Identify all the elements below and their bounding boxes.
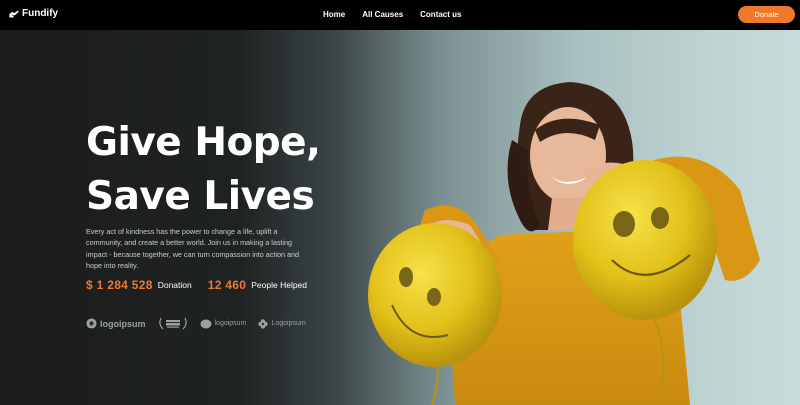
donate-button[interactable]: Donate [738,6,795,23]
hero-headline: Give Hope, Save Lives [86,116,321,224]
partner-logo-3-text: logoipsum [214,320,247,327]
headline-line-1: Give Hope, [86,120,321,165]
hero-section: Give Hope, Save Lives Every act of kindn… [0,30,800,405]
partner-logos: logoipsum logoipsum Logoipsum [86,316,306,331]
oval-logo-icon [200,319,211,328]
stat-people-value: 12 460 [207,278,247,292]
partner-logo-1-text: logoipsum [100,318,146,329]
stat-donation-label: Donation [157,280,192,290]
partner-logo-1: logoipsum [86,318,146,329]
partner-logo-3: logoipsum [200,319,247,329]
nav-home[interactable]: Home [323,10,345,19]
headline-line-2: Save Lives [86,174,315,219]
nav-contact-us[interactable]: Contact us [420,10,461,19]
circle-logo-icon [86,318,97,329]
page: Fundify Home All Causes Contact us Donat… [0,0,800,405]
partner-logo-4-text: Logoipsum [271,320,306,327]
nav-links: Home All Causes Contact us [323,10,461,19]
hero-stats: $ 1 284 528 Donation 12 460 People Helpe… [86,278,307,292]
nav-all-causes[interactable]: All Causes [362,10,403,19]
partner-logo-4: Logoipsum [258,318,306,329]
hero-description: Every act of kindness has the power to c… [86,227,299,270]
brand-logo[interactable]: Fundify [8,8,58,19]
flower-logo-icon [258,318,269,329]
partner-logo-2 [158,316,188,331]
stat-people-label: People Helped [251,280,308,290]
top-navbar: Fundify Home All Causes Contact us Donat… [0,0,800,30]
brand-name: Fundify [22,8,59,19]
laurel-badge-icon [158,317,187,330]
stat-donation-value: $ 1 284 528 [86,278,153,292]
hand-heart-icon [9,10,19,17]
